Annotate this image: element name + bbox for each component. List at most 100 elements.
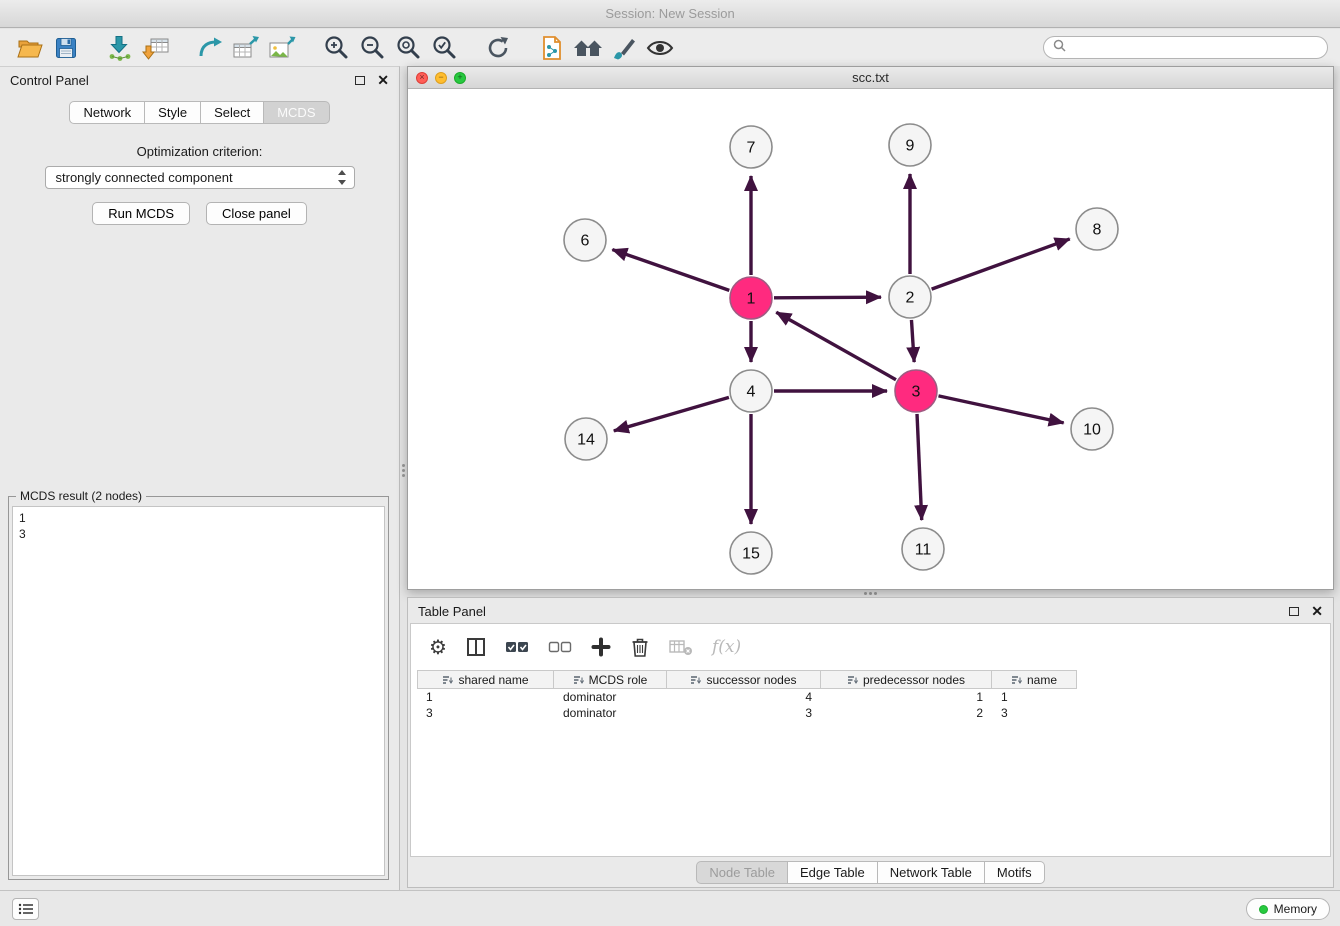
close-panel-button[interactable]: Close panel (206, 202, 307, 225)
column-header-shared-name[interactable]: shared name (417, 670, 554, 689)
tab-select[interactable]: Select (201, 101, 264, 124)
tab-style[interactable]: Style (145, 101, 201, 124)
table-panel-body: ⚙ (410, 623, 1331, 857)
edge-4-14[interactable] (614, 397, 729, 430)
node-1[interactable]: 1 (730, 277, 772, 319)
function-builder-icon[interactable]: f(x) (712, 637, 741, 657)
task-history-button[interactable] (12, 898, 39, 920)
show-columns-icon[interactable] (466, 637, 486, 657)
float-panel-icon[interactable] (355, 76, 365, 85)
tab-network[interactable]: Network (69, 101, 145, 124)
column-header-name[interactable]: name (992, 670, 1077, 689)
zoom-in-icon[interactable] (318, 33, 354, 63)
show-hide-panel-icon[interactable] (642, 33, 678, 63)
zoom-selected-icon[interactable] (426, 33, 462, 63)
run-mcds-button[interactable]: Run MCDS (92, 202, 190, 225)
table-tab-edge-table[interactable]: Edge Table (788, 861, 878, 884)
first-neighbors-icon[interactable] (534, 33, 570, 63)
table-cell: 3 (667, 705, 821, 721)
tab-mcds[interactable]: MCDS (264, 101, 329, 124)
minimize-window-icon[interactable]: − (435, 72, 447, 84)
node-8[interactable]: 8 (1076, 208, 1118, 250)
table-tab-motifs[interactable]: Motifs (985, 861, 1045, 884)
node-3[interactable]: 3 (895, 370, 937, 412)
delete-table-icon[interactable] (669, 637, 693, 657)
sort-icon (1011, 675, 1022, 685)
node-14[interactable]: 14 (565, 418, 607, 460)
table-toolbar: ⚙ (411, 624, 1330, 670)
node-6[interactable]: 6 (564, 219, 606, 261)
table-cell: 1 (821, 689, 992, 705)
mcds-result-list[interactable]: 13 (12, 506, 385, 876)
criterion-dropdown[interactable]: strongly connected component (45, 166, 355, 189)
edge-2-3[interactable] (911, 320, 914, 362)
home-layout-icon[interactable] (570, 33, 606, 63)
node-7[interactable]: 7 (730, 126, 772, 168)
edge-3-11[interactable] (917, 414, 922, 520)
add-column-icon[interactable] (591, 637, 611, 657)
node-2[interactable]: 2 (889, 276, 931, 318)
edge-3-1[interactable] (776, 312, 896, 379)
delete-columns-icon[interactable] (630, 636, 650, 658)
table-mode-gear-icon[interactable]: ⚙ (429, 635, 447, 660)
network-canvas[interactable]: 7 9 6 8 1 2 4 3 10 14 15 11 (408, 89, 1333, 589)
export-image-icon[interactable] (264, 33, 300, 63)
search-input[interactable] (1072, 41, 1318, 55)
svg-text:2: 2 (906, 290, 915, 307)
search-box[interactable] (1043, 36, 1328, 59)
import-network-icon[interactable] (102, 33, 138, 63)
table-panel-header: Table Panel ✕ (408, 598, 1333, 624)
mcds-result-item[interactable]: 1 (19, 510, 378, 526)
node-11[interactable]: 11 (902, 528, 944, 570)
table-panel-tabs: Node TableEdge TableNetwork TableMotifs (408, 861, 1333, 884)
sort-icon (442, 675, 453, 685)
close-panel-icon[interactable]: ✕ (377, 73, 389, 87)
close-window-icon[interactable]: × (416, 72, 428, 84)
svg-text:1: 1 (747, 291, 756, 308)
select-all-icon[interactable] (505, 638, 529, 656)
mcds-result-group: MCDS result (2 nodes) 13 (8, 489, 389, 880)
table-cell: 4 (667, 689, 821, 705)
import-table-icon[interactable] (138, 33, 174, 63)
save-session-icon[interactable] (48, 33, 84, 63)
svg-text:6: 6 (581, 233, 590, 250)
table-tab-network-table[interactable]: Network Table (878, 861, 985, 884)
horizontal-splitter[interactable] (407, 590, 1334, 597)
svg-text:7: 7 (747, 140, 756, 157)
window-titlebar[interactable]: Session: New Session (0, 0, 1340, 28)
table-tab-node-table[interactable]: Node Table (696, 861, 788, 884)
export-network-icon[interactable] (192, 33, 228, 63)
column-header-predecessor-nodes[interactable]: predecessor nodes (821, 670, 992, 689)
table-cell: 3 (992, 705, 1077, 721)
zoom-out-icon[interactable] (354, 33, 390, 63)
refresh-view-icon[interactable] (480, 33, 516, 63)
table-cell: 1 (417, 689, 554, 705)
edge-3-10[interactable] (938, 396, 1063, 423)
column-header-successor-nodes[interactable]: successor nodes (667, 670, 821, 689)
criterion-dropdown-value: strongly connected component (56, 170, 233, 185)
memory-button[interactable]: Memory (1246, 898, 1330, 920)
edge-1-6[interactable] (612, 250, 729, 291)
table-row[interactable]: 3dominator323 (417, 705, 1330, 721)
zoom-window-icon[interactable]: + (454, 72, 466, 84)
table-row[interactable]: 1dominator411 (417, 689, 1330, 705)
network-graph[interactable]: 7 9 6 8 1 2 4 3 10 14 15 11 (408, 89, 1333, 589)
close-table-panel-icon[interactable]: ✕ (1311, 604, 1323, 618)
svg-text:9: 9 (906, 138, 915, 155)
float-table-panel-icon[interactable] (1289, 607, 1299, 616)
node-9[interactable]: 9 (889, 124, 931, 166)
mcds-result-item[interactable]: 3 (19, 526, 378, 542)
node-4[interactable]: 4 (730, 370, 772, 412)
edge-1-2[interactable] (774, 297, 881, 298)
apply-style-icon[interactable] (606, 33, 642, 63)
export-table-icon[interactable] (228, 33, 264, 63)
column-header-mcds-role[interactable]: MCDS role (554, 670, 667, 689)
network-window-titlebar[interactable]: scc.txt × − + (408, 67, 1333, 89)
control-panel-tabs: NetworkStyleSelectMCDS (0, 101, 399, 124)
edge-2-8[interactable] (932, 239, 1070, 289)
open-session-icon[interactable] (12, 33, 48, 63)
zoom-fit-icon[interactable] (390, 33, 426, 63)
node-10[interactable]: 10 (1071, 408, 1113, 450)
node-15[interactable]: 15 (730, 532, 772, 574)
deselect-all-icon[interactable] (548, 638, 572, 656)
